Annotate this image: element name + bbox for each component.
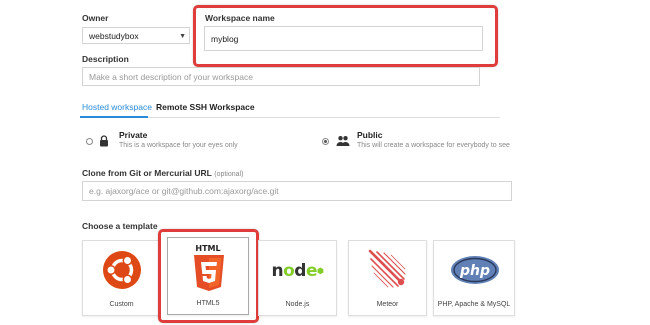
php-icon: php	[451, 256, 499, 284]
public-title: Public	[357, 130, 383, 140]
tab-hosted-workspace[interactable]: Hosted workspace	[82, 102, 152, 112]
template-card-html5[interactable]: HTML HTML5	[167, 237, 249, 315]
clone-label-text: Clone from Git or Mercurial URL	[82, 168, 212, 178]
tab-remote-ssh-workspace[interactable]: Remote SSH Workspace	[156, 102, 255, 112]
workspace-name-label: Workspace name	[205, 13, 275, 23]
lock-icon	[100, 135, 108, 147]
template-name-nodejs: Node.js	[285, 301, 310, 308]
private-description: This is a workspace for your eyes only	[119, 142, 238, 149]
template-name-meteor: Meteor	[376, 301, 399, 308]
workspace-name-value: myblog	[211, 33, 239, 44]
clone-label: Clone from Git or Mercurial URL (optiona…	[82, 168, 243, 178]
template-name-html5: HTML5	[196, 300, 220, 307]
clone-url-input[interactable]: e.g. ajaxorg/ace or git@github.com:ajaxo…	[82, 181, 512, 201]
workspace-type-tabs: Hosted workspace Remote SSH Workspace	[80, 99, 500, 118]
owner-value: webstudybox	[89, 30, 139, 41]
clone-url-placeholder: e.g. ajaxorg/ace or git@github.com:ajaxo…	[89, 186, 279, 196]
meteor-icon	[368, 249, 406, 288]
private-radio[interactable]	[86, 138, 93, 145]
owner-label: Owner	[82, 13, 109, 23]
choose-template-label: Choose a template	[82, 221, 158, 231]
description-placeholder: Make a short description of your workspa…	[89, 71, 253, 82]
template-name-php: PHP, Apache & MySQL	[437, 301, 511, 308]
workspace-name-input[interactable]: myblog	[204, 26, 483, 51]
clone-optional: (optional)	[214, 171, 244, 178]
tab-active-underline	[80, 116, 148, 118]
template-card-php[interactable]: php PHP, Apache & MySQL	[433, 240, 515, 316]
private-title: Private	[119, 130, 148, 140]
svg-text:php: php	[459, 263, 490, 279]
users-icon	[336, 136, 350, 146]
description-input[interactable]: Make a short description of your workspa…	[82, 67, 480, 86]
template-card-nodejs[interactable]: node⬢ Node.js	[258, 240, 337, 316]
ubuntu-icon	[103, 251, 141, 289]
public-description: This will create a workspace for everybo…	[357, 142, 510, 149]
owner-select[interactable]: webstudybox ▼	[82, 27, 190, 44]
nodejs-icon: node⬢	[271, 261, 325, 281]
template-card-custom[interactable]: Custom	[82, 240, 161, 316]
chevron-down-icon: ▼	[179, 33, 186, 40]
template-name-custom: Custom	[109, 301, 134, 308]
template-card-meteor[interactable]: Meteor	[348, 240, 427, 316]
description-label: Description	[82, 54, 129, 64]
public-radio[interactable]	[322, 138, 329, 145]
html5-wordmark: HTML	[195, 244, 221, 253]
html5-icon	[194, 255, 224, 291]
